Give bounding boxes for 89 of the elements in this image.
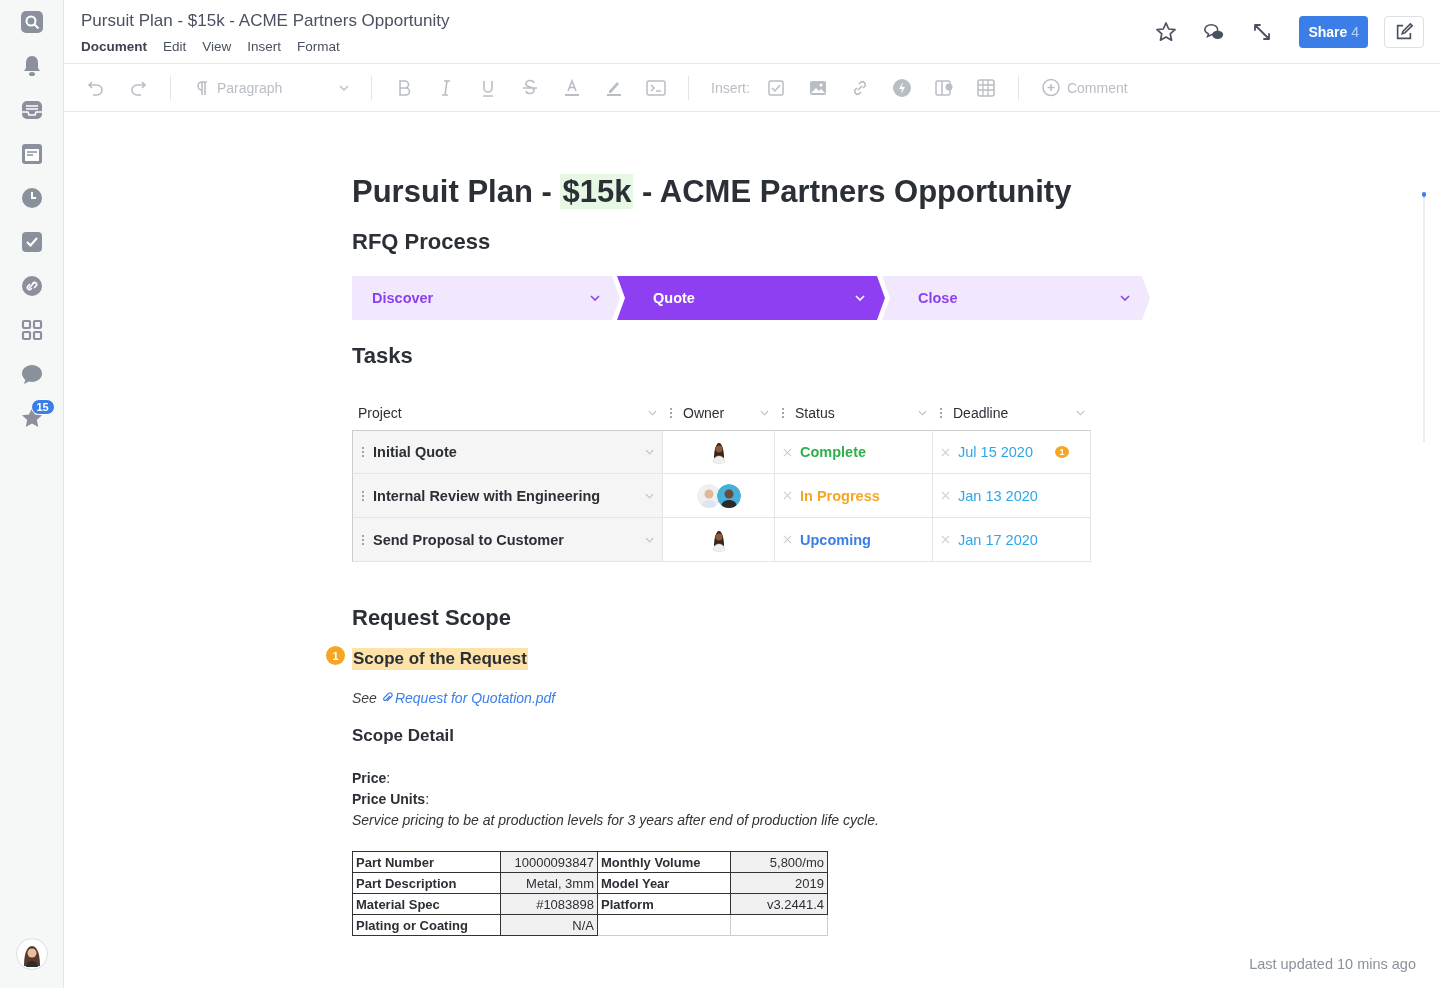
share-button[interactable]: Share 4 bbox=[1299, 15, 1368, 48]
clear-icon[interactable] bbox=[941, 491, 950, 500]
clear-icon[interactable] bbox=[941, 447, 950, 457]
deadline-date: Jul 15 2020 bbox=[958, 444, 1033, 460]
table-cell: 5,800/mo bbox=[730, 851, 828, 873]
caret-icon bbox=[339, 84, 349, 91]
status-label: Upcoming bbox=[800, 531, 871, 548]
section-heading: Request Scope bbox=[352, 604, 512, 632]
caret-icon bbox=[1120, 295, 1130, 301]
drag-handle-icon[interactable] bbox=[669, 407, 673, 419]
column-header: Project bbox=[358, 405, 402, 421]
last-updated-text: Last updated 10 mins ago bbox=[1249, 956, 1416, 972]
column-header: Status bbox=[795, 405, 835, 421]
subheading: Scope of the Request bbox=[352, 648, 528, 670]
menu-item[interactable]: Format bbox=[297, 39, 340, 54]
chat-bubble-icon[interactable] bbox=[20, 363, 43, 385]
section-heading: RFQ Process bbox=[352, 228, 492, 256]
clock-icon[interactable] bbox=[20, 187, 43, 209]
grid-icon[interactable] bbox=[20, 319, 43, 341]
see-text: See bbox=[352, 690, 377, 706]
checkbox-icon[interactable] bbox=[20, 231, 43, 253]
subheading: Scope Detail bbox=[352, 726, 456, 746]
menu-item[interactable]: Document bbox=[81, 39, 147, 54]
menu-item[interactable]: View bbox=[202, 39, 232, 54]
add-column-icon[interactable] bbox=[933, 77, 954, 98]
table-icon[interactable] bbox=[975, 77, 996, 98]
caret-icon bbox=[590, 295, 600, 301]
table-cell: Part Number bbox=[352, 851, 501, 873]
edit-button[interactable] bbox=[1384, 15, 1424, 48]
clear-icon[interactable] bbox=[783, 447, 792, 457]
drag-handle-icon[interactable] bbox=[361, 446, 365, 458]
text-color-icon[interactable] bbox=[562, 77, 582, 98]
table-cell: Platform bbox=[597, 893, 731, 915]
document-title: Pursuit Plan - $15k - ACME Partners Opportunity bbox=[352, 173, 1073, 211]
paperclip-icon bbox=[380, 692, 393, 704]
table-cell: Part Description bbox=[352, 872, 501, 894]
note-text: Service pricing to be at production levels for 3 years after end of production life cycle. bbox=[352, 811, 880, 830]
drag-handle-icon[interactable] bbox=[361, 489, 365, 502]
table-cell: Plating or Coating bbox=[352, 914, 501, 936]
window-icon[interactable] bbox=[20, 143, 43, 165]
section-heading: Tasks bbox=[352, 342, 414, 370]
clear-icon[interactable] bbox=[783, 535, 792, 544]
field-label: Price: bbox=[352, 769, 392, 788]
clear-icon[interactable] bbox=[783, 491, 792, 500]
caret-icon bbox=[855, 295, 865, 301]
task-name: Send Proposal to Customer bbox=[373, 531, 564, 548]
column-header: Owner bbox=[683, 405, 725, 421]
edit-icon bbox=[1394, 21, 1414, 42]
table-cell: Model Year bbox=[597, 872, 731, 894]
field-label: Price Units: bbox=[352, 790, 431, 809]
chevron-down-icon[interactable] bbox=[918, 410, 927, 416]
lightning-icon[interactable] bbox=[891, 77, 912, 98]
checkbox-icon[interactable] bbox=[765, 77, 786, 98]
clear-icon[interactable] bbox=[941, 535, 950, 544]
link-icon[interactable] bbox=[20, 275, 43, 297]
notification-badge: 15 bbox=[30, 399, 55, 415]
stage-tab[interactable]: Quote bbox=[617, 276, 885, 320]
menu-item[interactable]: Insert bbox=[247, 39, 282, 54]
status-label: In Progress bbox=[800, 487, 880, 504]
stage-tab[interactable]: Discover bbox=[352, 276, 620, 320]
task-name: Initial Quote bbox=[373, 444, 457, 460]
stage-tab[interactable]: Close bbox=[882, 276, 1150, 320]
drag-handle-icon[interactable] bbox=[361, 533, 365, 546]
chevron-down-icon[interactable] bbox=[645, 449, 654, 455]
insert-label: Insert: bbox=[711, 79, 750, 96]
attachment-link[interactable]: Request for Quotation.pdf bbox=[380, 690, 556, 706]
chevron-down-icon[interactable] bbox=[648, 410, 657, 416]
inbox-icon[interactable] bbox=[20, 99, 43, 121]
table-cell: Monthly Volume bbox=[597, 851, 731, 873]
window-title: Pursuit Plan - $15k - ACME Partners Opportunity bbox=[81, 11, 450, 31]
deadline-date: Jan 13 2020 bbox=[958, 487, 1038, 504]
user-avatar[interactable] bbox=[15, 938, 48, 970]
task-name: Internal Review with Engineering bbox=[373, 487, 601, 504]
add-comment-icon bbox=[1040, 77, 1061, 98]
deadline-date: Jan 17 2020 bbox=[958, 531, 1038, 548]
chevron-down-icon[interactable] bbox=[645, 536, 654, 543]
column-header: Deadline bbox=[953, 405, 1009, 421]
star-icon[interactable] bbox=[1155, 20, 1178, 43]
search-icon[interactable] bbox=[20, 11, 43, 33]
table-cell: 10000093847 bbox=[500, 851, 598, 873]
drag-handle-icon[interactable] bbox=[939, 407, 943, 419]
menu-item[interactable]: Edit bbox=[163, 39, 187, 54]
drag-handle-icon[interactable] bbox=[781, 407, 785, 419]
chevron-down-icon[interactable] bbox=[1076, 410, 1085, 416]
code-block-icon[interactable] bbox=[646, 77, 666, 98]
chevron-down-icon[interactable] bbox=[645, 492, 654, 499]
chevron-down-icon[interactable] bbox=[760, 410, 769, 416]
status-label: Complete bbox=[800, 444, 867, 460]
table-cell: Material Spec bbox=[352, 893, 501, 915]
